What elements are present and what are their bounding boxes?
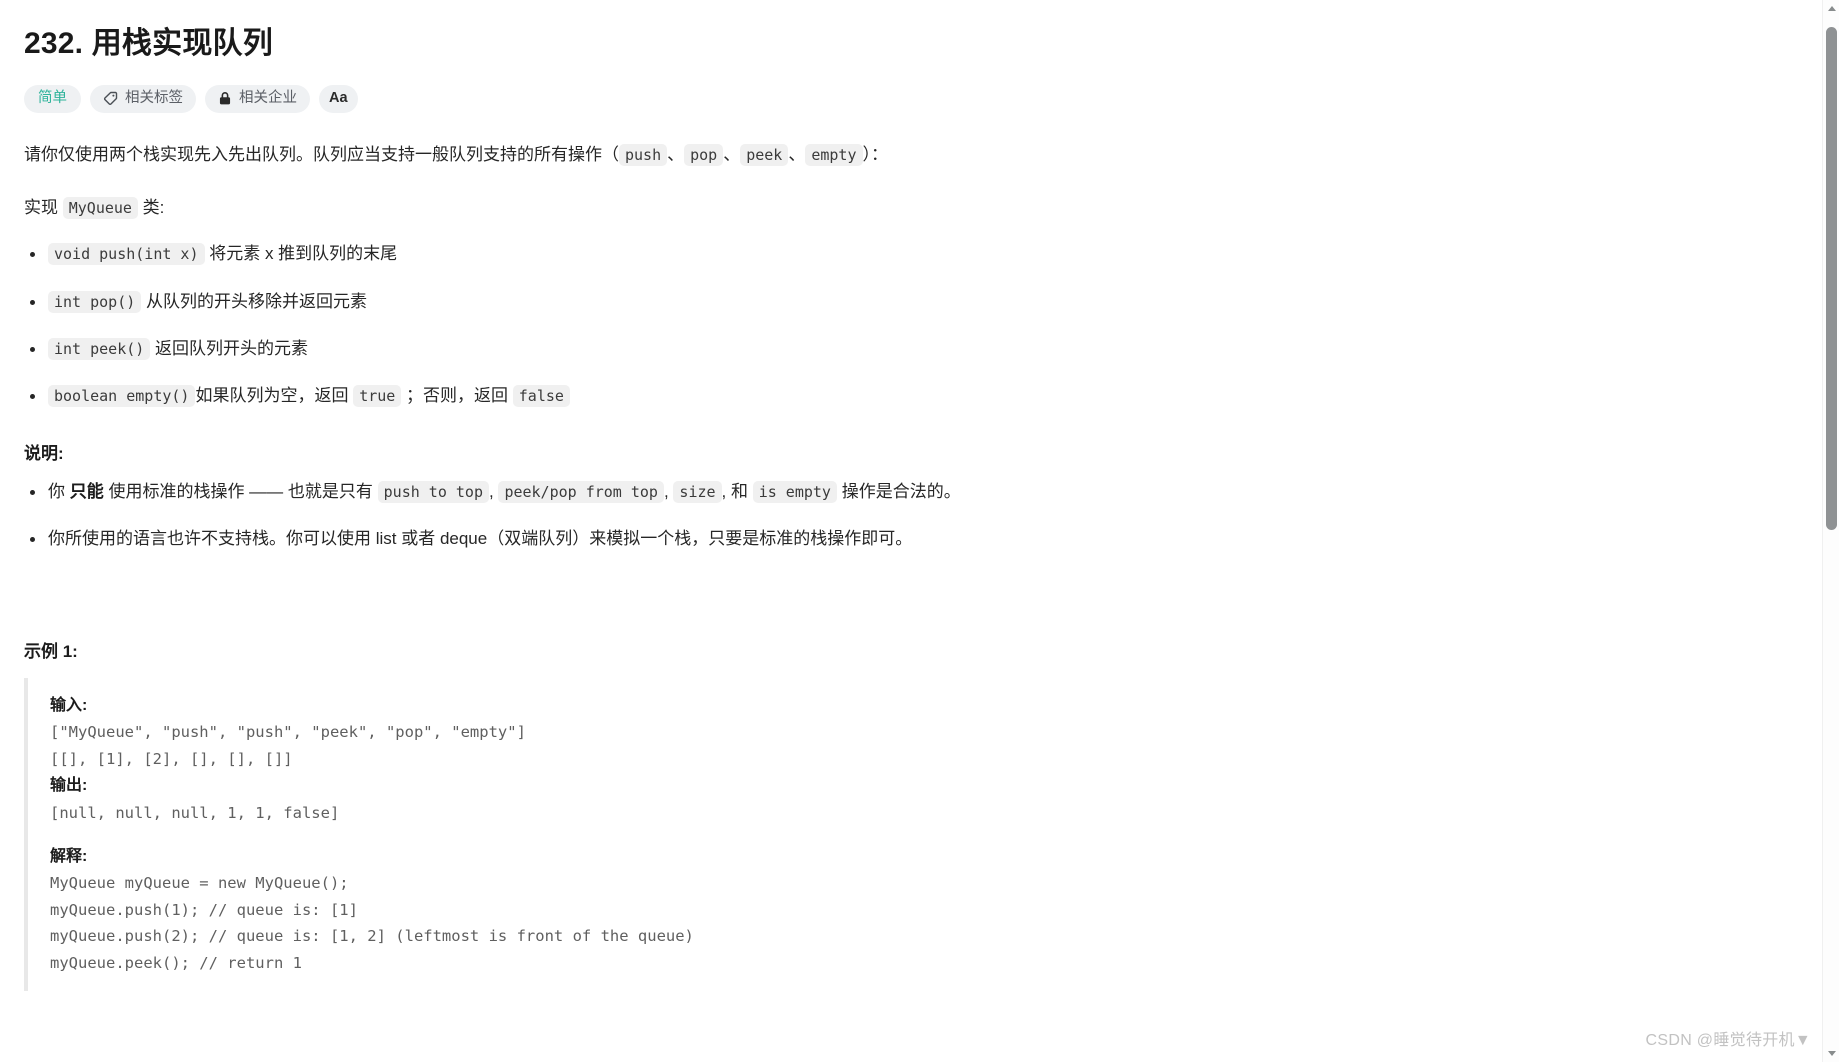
literal-true: true [353, 384, 402, 407]
note1-t6: 操作是合法的。 [836, 482, 961, 502]
input-label: 输入: [50, 696, 88, 714]
badge-difficulty[interactable]: 简单 [24, 84, 81, 113]
literal-false: false [512, 384, 570, 407]
list-item: 你 只能 使用标准的栈操作 —— 也就是只有 push to top, peek… [24, 478, 1796, 505]
class-name-myqueue: MyQueue [62, 196, 138, 219]
implement-prefix: 实现 [24, 197, 63, 217]
note1-t4: , [663, 482, 674, 502]
example-1-title: 示例 1: [24, 641, 78, 661]
method-signature-empty: boolean empty() [48, 384, 196, 407]
intro-lead: 请你仅使用两个栈实现先入先出队列。队列应当支持一般队列支持的所有操作（ [24, 144, 619, 164]
op-peek: peek [740, 143, 789, 166]
badge-related-companies[interactable]: 相关企业 [205, 84, 310, 113]
output-line-1: [null, null, null, 1, 1, false] [50, 803, 340, 822]
input-line-2: [[], [1], [2], [], [], []] [50, 749, 293, 768]
problem-content: 232. 用栈实现队列 简单 相关标签 相关企业 Aa 请你仅使用两个栈实现先入… [0, 0, 1820, 991]
method-signature-peek: int peek() [48, 337, 151, 360]
method-signature-push: void push(int x) [48, 243, 205, 266]
page-title: 232. 用栈实现队列 [24, 27, 273, 60]
empty-desc-2: ；否则，返回 [401, 385, 513, 405]
notes-heading: 说明: [24, 444, 64, 464]
chevron-up-icon [1827, 6, 1836, 11]
note1-t5: , 和 [721, 482, 753, 502]
badge-font-size[interactable]: Aa [319, 84, 358, 113]
list-item: void push(int x) 将元素 x 推到队列的末尾 [24, 240, 1796, 267]
sep-2: 、 [723, 144, 741, 164]
op-pop: pop [684, 143, 724, 166]
note1-bold: 只能 [69, 482, 104, 502]
notes-list: 你 只能 使用标准的栈操作 —— 也就是只有 push to top, peek… [24, 478, 1796, 552]
example-1-block: 输入: ["MyQueue", "push", "push", "peek", … [24, 677, 1796, 991]
empty-desc-1: 如果队列为空，返回 [195, 385, 354, 405]
note2-text: 你所使用的语言也许不支持栈。你可以使用 list 或者 deque（双端队列）来… [48, 529, 913, 549]
explain-line-4: myQueue.peek(); // return 1 [50, 953, 302, 972]
stack-op-peek-pop-from-top: peek/pop from top [498, 481, 664, 504]
implement-suffix: 类: [137, 197, 165, 217]
stack-op-push-to-top: push to top [377, 481, 489, 504]
block-spacer [50, 827, 1796, 843]
chevron-down-icon [1827, 1051, 1836, 1056]
vertical-scrollbar[interactable] [1822, 0, 1839, 1062]
badge-related-tags[interactable]: 相关标签 [90, 84, 196, 113]
op-push: push [619, 143, 668, 166]
intro-paragraph: 请你仅使用两个栈实现先入先出队列。队列应当支持一般队列支持的所有操作（ push、… [24, 139, 1796, 170]
scrollbar-thumb[interactable] [1826, 27, 1837, 530]
lock-icon [218, 91, 232, 106]
op-empty: empty [805, 143, 863, 166]
tag-icon [103, 91, 118, 106]
note1-t2: 使用标准的栈操作 —— 也就是只有 [103, 482, 378, 502]
badge-related-tags-label: 相关标签 [125, 90, 183, 107]
list-item: boolean empty() 如果队列为空，返回 true ；否则，返回 fal… [24, 382, 1796, 409]
method-list: void push(int x) 将元素 x 推到队列的末尾 int pop()… [24, 240, 1796, 409]
badge-difficulty-label: 简单 [38, 90, 67, 107]
list-item: int peek() 返回队列开头的元素 [24, 335, 1796, 362]
explain-line-2: myQueue.push(1); // queue is: [1] [50, 900, 358, 919]
font-size-icon: Aa [329, 90, 348, 107]
method-desc-pop: 从队列的开头移除并返回元素 [146, 291, 368, 311]
stack-op-size: size [673, 481, 722, 504]
explain-line-1: MyQueue myQueue = new MyQueue(); [50, 874, 349, 893]
sep-1: 、 [667, 144, 685, 164]
output-label: 输出: [50, 777, 88, 795]
csdn-watermark: CSDN @睡觉待开机▼ [1645, 1032, 1811, 1049]
method-signature-pop: int pop() [48, 290, 142, 313]
problem-page: 232. 用栈实现队列 简单 相关标签 相关企业 Aa 请你仅使用两个栈实现先入… [0, 0, 1839, 1062]
method-desc-push: 将元素 x 推到队列的末尾 [209, 244, 398, 264]
scrollbar-up-button[interactable] [1823, 0, 1839, 17]
intro-tail: ）： [862, 144, 889, 164]
sep-3: 、 [788, 144, 806, 164]
list-item: int pop() 从队列的开头移除并返回元素 [24, 288, 1796, 315]
badge-related-companies-label: 相关企业 [239, 90, 297, 107]
explain-line-3: myQueue.push(2); // queue is: [1, 2] (le… [50, 927, 694, 946]
scrollbar-down-button[interactable] [1823, 1045, 1839, 1062]
stack-op-is-empty: is empty [752, 481, 837, 504]
method-desc-peek: 返回队列开头的元素 [155, 338, 309, 358]
badge-row: 简单 相关标签 相关企业 Aa [24, 84, 1796, 113]
implement-paragraph: 实现 MyQueue 类: [24, 192, 1796, 223]
list-item: 你所使用的语言也许不支持栈。你可以使用 list 或者 deque（双端队列）来… [24, 525, 1796, 552]
note1-t1: 你 [48, 482, 70, 502]
input-line-1: ["MyQueue", "push", "push", "peek", "pop… [50, 723, 526, 742]
explain-label: 解释: [50, 847, 88, 865]
